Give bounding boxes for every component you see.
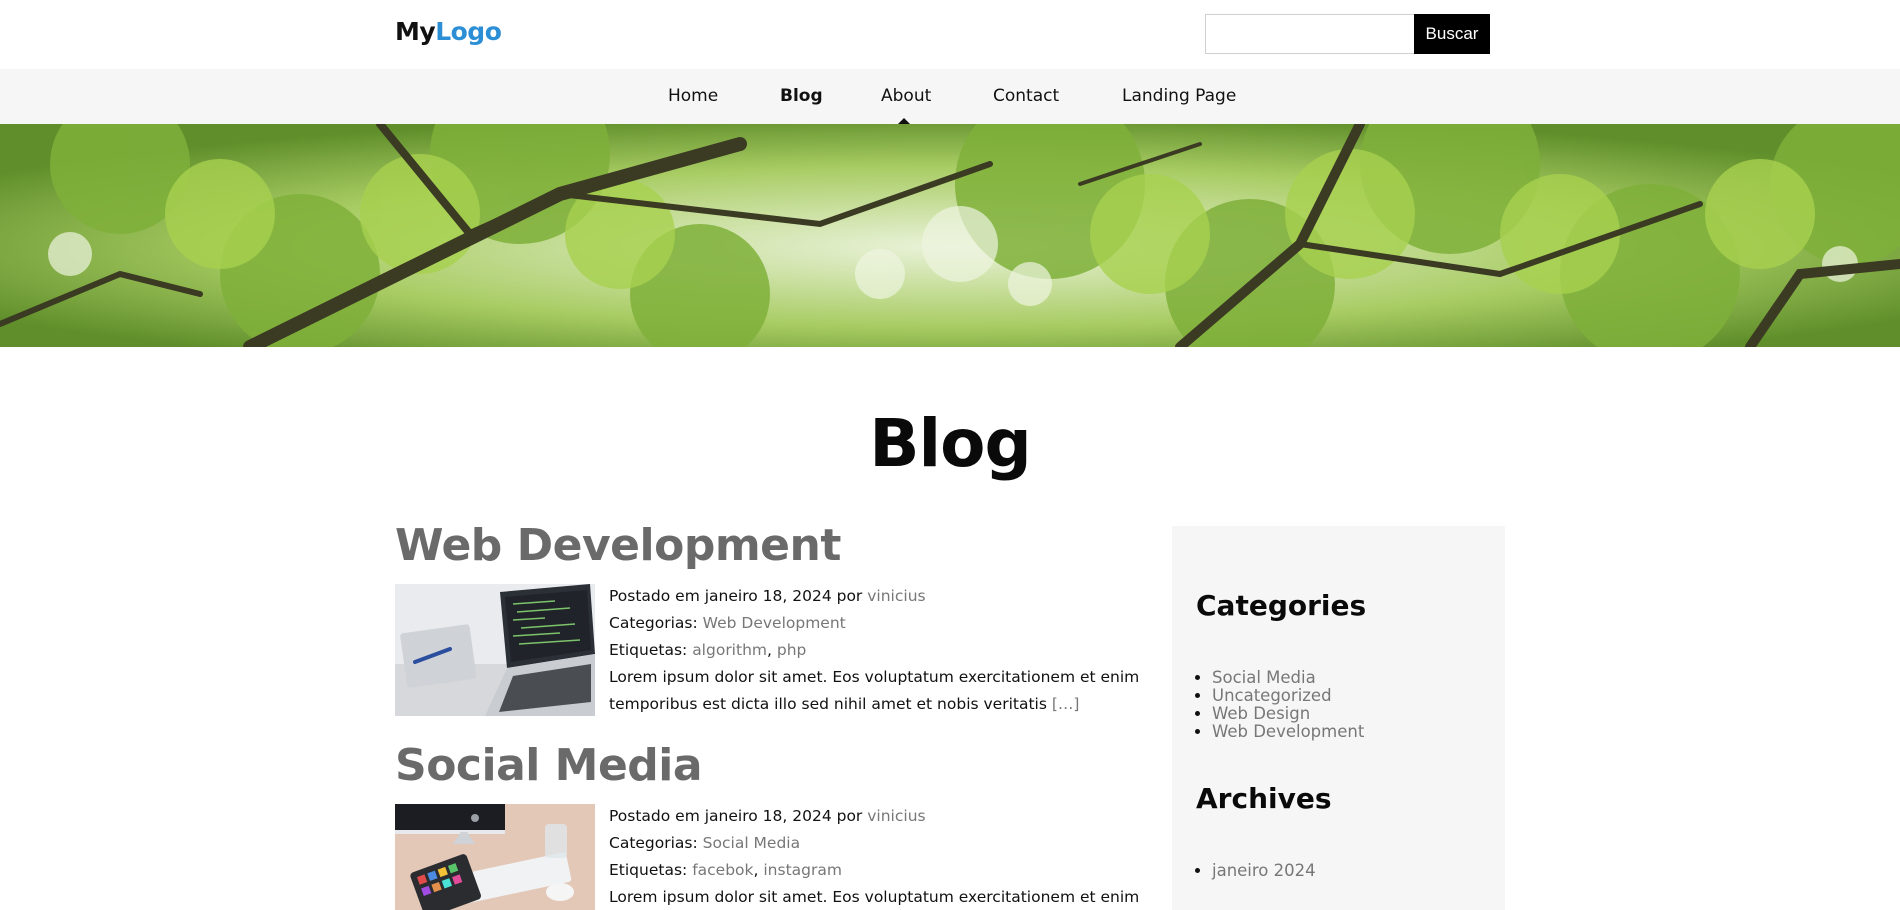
category-link[interactable]: Web Development: [703, 614, 846, 632]
archives-widget-title: Archives: [1196, 782, 1332, 815]
post-meta: Postado em janeiro 18, 2024 por vinicius…: [609, 803, 1149, 910]
archive-link[interactable]: janeiro 2024: [1212, 861, 1316, 880]
tag-link[interactable]: php: [777, 641, 807, 659]
category-link[interactable]: Uncategorized: [1212, 686, 1332, 705]
desk-image: [395, 804, 595, 910]
sidebar: Categories Social Media Uncategorized We…: [1172, 526, 1505, 910]
forest-canopy-image: [0, 124, 1900, 347]
post-meta: Postado em janeiro 18, 2024 por vinicius…: [609, 583, 1149, 718]
category-link[interactable]: Social Media: [1212, 668, 1316, 687]
nav-item-contact[interactable]: Contact: [993, 86, 1059, 106]
excerpt-line: temporibus est dicta illo sed nihil amet…: [609, 695, 1047, 713]
page-title: Blog: [869, 405, 1032, 482]
excerpt-line: Lorem ipsum dolor sit amet. Eos voluptat…: [609, 668, 1140, 686]
tags-label: Etiquetas:: [609, 641, 688, 659]
search-input[interactable]: [1205, 14, 1415, 54]
category-item[interactable]: Social Media: [1212, 669, 1364, 687]
post-date: Postado em janeiro 18, 2024 por: [609, 807, 863, 825]
archives-list: janeiro 2024: [1212, 862, 1316, 880]
post-thumbnail-laptop[interactable]: [395, 584, 595, 716]
post-title-link[interactable]: Web Development: [395, 520, 841, 571]
post-author-link[interactable]: vinicius: [867, 807, 925, 825]
main-nav: Home Blog About Contact Landing Page: [0, 69, 1900, 124]
nav-item-landing-page[interactable]: Landing Page: [1122, 86, 1236, 106]
post-date: Postado em janeiro 18, 2024 por: [609, 587, 863, 605]
tags-label: Etiquetas:: [609, 861, 688, 879]
excerpt-line: Lorem ipsum dolor sit amet. Eos voluptat…: [609, 888, 1140, 906]
categories-list: Social Media Uncategorized Web Design We…: [1212, 669, 1364, 741]
category-link[interactable]: Social Media: [703, 834, 800, 852]
tag-link[interactable]: algorithm: [692, 641, 767, 659]
nav-item-blog[interactable]: Blog: [780, 86, 823, 106]
category-link[interactable]: Web Development: [1212, 722, 1364, 741]
category-link[interactable]: Web Design: [1212, 704, 1310, 723]
categories-widget-title: Categories: [1196, 589, 1367, 622]
nav-item-home[interactable]: Home: [668, 86, 718, 106]
archive-item[interactable]: janeiro 2024: [1212, 862, 1316, 880]
site-logo[interactable]: MyLogo: [395, 17, 502, 46]
tag-separator: ,: [753, 861, 759, 879]
site-header: MyLogo Buscar: [0, 0, 1900, 69]
read-more-link[interactable]: […]: [1052, 695, 1080, 713]
category-item[interactable]: Uncategorized: [1212, 687, 1364, 705]
post-thumbnail-desk[interactable]: [395, 804, 595, 910]
tag-link[interactable]: instagram: [763, 861, 842, 879]
logo-my: My: [395, 17, 436, 46]
post-author-link[interactable]: vinicius: [867, 587, 925, 605]
post-excerpt: Lorem ipsum dolor sit amet. Eos voluptat…: [609, 884, 1149, 910]
post-title-link[interactable]: Social Media: [395, 740, 703, 791]
tag-separator: ,: [767, 641, 772, 659]
search-button[interactable]: Buscar: [1414, 14, 1490, 54]
categories-label: Categorias:: [609, 834, 698, 852]
category-item[interactable]: Web Development: [1212, 723, 1364, 741]
laptop-image: [395, 584, 595, 716]
categories-label: Categorias:: [609, 614, 698, 632]
category-item[interactable]: Web Design: [1212, 705, 1364, 723]
post-excerpt: Lorem ipsum dolor sit amet. Eos voluptat…: [609, 664, 1149, 718]
nav-item-about[interactable]: About: [881, 86, 931, 106]
tag-link[interactable]: facebok: [692, 861, 753, 879]
hero-banner-image: [0, 124, 1900, 347]
logo-logo: Logo: [435, 17, 502, 46]
